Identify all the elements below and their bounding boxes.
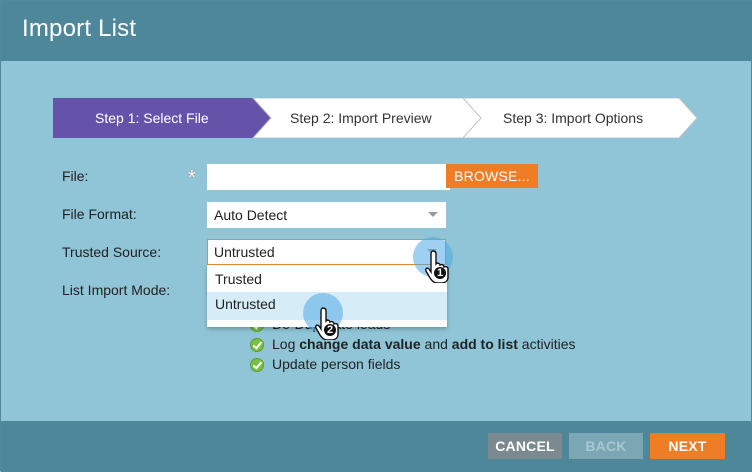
file-label: File: [62,168,89,184]
required-icon: * [188,167,196,189]
check-circle-icon [250,338,264,352]
cancel-button[interactable]: CANCEL [488,433,562,459]
option-label: Trusted [215,271,262,287]
file-input[interactable] [207,164,450,190]
step-3-tab[interactable]: Step 3: Import Options [503,110,643,126]
browse-button[interactable]: BROWSE... [446,164,538,188]
annotation-1: 1 [437,267,444,279]
dropdown-option-trusted[interactable]: Trusted [207,265,447,295]
dialog-title: Import List [22,15,137,42]
annotation-2: 2 [327,324,334,336]
option-label: Untrusted [215,296,276,312]
import-list-dialog: Import List Step 1: Select File Step 2: … [0,0,752,472]
file-format-label: File Format: [62,206,137,222]
trusted-source-select[interactable]: Untrusted [207,239,446,265]
check-circle-icon [250,358,264,372]
next-button[interactable]: NEXT [650,433,725,459]
trusted-source-label: Trusted Source: [62,244,162,260]
file-format-select[interactable]: Auto Detect [207,202,446,228]
check-item-text: Update person fields [272,356,401,372]
dropdown-caret-icon [428,212,438,217]
step-2-tab[interactable]: Step 2: Import Preview [290,110,432,126]
back-button[interactable]: BACK [569,433,643,459]
trusted-source-value: Untrusted [214,244,275,260]
step-1-tab[interactable]: Step 1: Select File [95,110,209,126]
step-wizard: Step 1: Select File Step 2: Import Previ… [53,98,697,138]
file-format-value: Auto Detect [214,207,288,223]
list-import-mode-label: List Import Mode: [62,282,171,298]
dialog-header: Import List [1,1,752,61]
